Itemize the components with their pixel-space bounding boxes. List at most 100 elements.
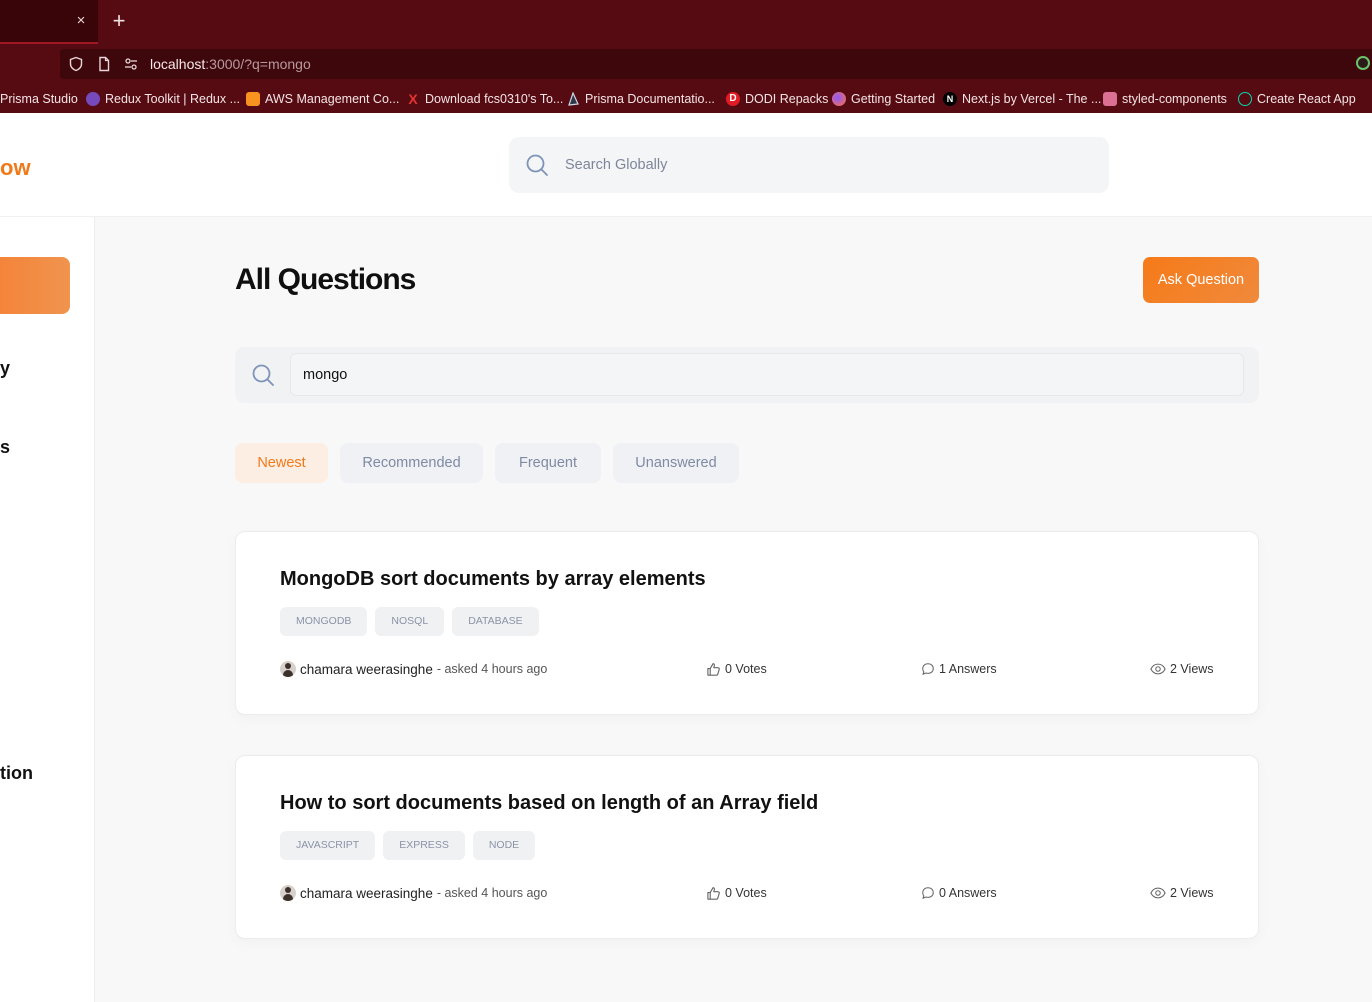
- shield-icon[interactable]: [68, 56, 84, 72]
- votes-count: 0 Votes: [725, 886, 767, 900]
- filter-newest[interactable]: Newest: [235, 443, 328, 483]
- question-author[interactable]: chamara weerasinghe - asked 4 hours ago: [280, 884, 547, 902]
- votes-metric: 0 Votes: [706, 660, 767, 678]
- new-tab-button[interactable]: +: [108, 10, 130, 32]
- filter-unanswered[interactable]: Unanswered: [613, 443, 739, 483]
- bookmark-label: Next.js by Vercel - The ...: [962, 92, 1102, 106]
- answers-count: 1 Answers: [939, 662, 997, 676]
- thumbs-up-icon: [707, 886, 720, 900]
- author-name: chamara weerasinghe: [300, 885, 433, 901]
- tag-badge[interactable]: NODE: [472, 831, 536, 860]
- bookmark-label: AWS Management Co...: [265, 92, 400, 106]
- bookmark-label: DODI Repacks: [745, 92, 829, 106]
- avatar: [280, 885, 296, 901]
- bookmark-label: Download fcs0310's To...: [425, 92, 564, 106]
- question-title[interactable]: How to sort documents based on length of…: [280, 792, 818, 815]
- question-tags: MONGODB NOSQL DATABASE: [280, 607, 539, 636]
- browser-tab-bar: × +: [0, 0, 1372, 44]
- comment-icon: [922, 663, 934, 675]
- question-author[interactable]: chamara weerasinghe - asked 4 hours ago: [280, 660, 547, 678]
- ask-question-button[interactable]: Ask Question: [1143, 257, 1259, 303]
- bookmark-label: styled-components: [1122, 92, 1227, 106]
- comment-icon: [922, 887, 934, 899]
- global-search-input[interactable]: [565, 137, 1085, 193]
- bookmark-label: Redux Toolkit | Redux ...: [105, 92, 241, 106]
- global-search[interactable]: [509, 137, 1109, 193]
- aws-icon: [246, 92, 260, 106]
- logo-text[interactable]: ow: [0, 155, 31, 181]
- question-title[interactable]: MongoDB sort documents by array elements: [280, 568, 706, 591]
- bookmark-styled-components[interactable]: styled-components: [1103, 90, 1227, 108]
- search-icon: [526, 154, 548, 176]
- url-bar[interactable]: localhost:3000/?q=mongo: [60, 49, 1372, 79]
- filter-frequent[interactable]: Frequent: [495, 443, 601, 483]
- styled-components-icon: [1103, 92, 1117, 106]
- browser-tab-active[interactable]: ×: [0, 0, 98, 44]
- search-icon: [252, 364, 274, 386]
- firefox-icon: [832, 92, 846, 106]
- sidebar-item-home-active[interactable]: [0, 257, 70, 314]
- url-host: localhost: [150, 56, 206, 72]
- app-header: ow: [0, 113, 1372, 217]
- left-sidebar: y s tion: [0, 217, 95, 1002]
- bookmark-redux-toolkit[interactable]: Redux Toolkit | Redux ...: [86, 90, 240, 108]
- answers-metric: 1 Answers: [921, 660, 997, 678]
- prisma-icon: [568, 92, 579, 106]
- url-path: :3000/?q=mongo: [205, 56, 311, 72]
- question-card: How to sort documents based on length of…: [235, 755, 1259, 939]
- bookmarks-bar: Prisma Studio Redux Toolkit | Redux ... …: [0, 84, 1372, 113]
- browser-nav-bar: localhost:3000/?q=mongo: [0, 44, 1372, 84]
- tag-badge[interactable]: MONGODB: [280, 607, 368, 636]
- extension-icon[interactable]: [1356, 56, 1370, 70]
- votes-count: 0 Votes: [725, 662, 767, 676]
- nextjs-icon: N: [943, 92, 957, 106]
- avatar: [280, 661, 296, 677]
- eye-icon: [1150, 887, 1166, 899]
- bookmark-nextjs[interactable]: N Next.js by Vercel - The ...: [943, 90, 1101, 108]
- tag-badge[interactable]: DATABASE: [452, 607, 539, 636]
- bookmark-getting-started[interactable]: Getting Started: [832, 90, 935, 108]
- views-count: 2 Views: [1170, 662, 1214, 676]
- eye-icon: [1150, 663, 1166, 675]
- bookmark-prisma-docs[interactable]: Prisma Documentatio...: [566, 90, 715, 108]
- page-icon[interactable]: [96, 56, 112, 72]
- x-icon: X: [408, 91, 418, 107]
- redux-icon: [86, 92, 100, 106]
- tab-close-icon[interactable]: ×: [72, 12, 90, 30]
- answers-count: 0 Answers: [939, 886, 997, 900]
- site-permissions-icon[interactable]: [123, 56, 139, 72]
- tag-badge[interactable]: EXPRESS: [383, 831, 465, 860]
- local-search[interactable]: [235, 347, 1259, 403]
- bookmark-dodi[interactable]: D DODI Repacks: [726, 90, 828, 108]
- sidebar-item-community-label[interactable]: y: [0, 358, 10, 379]
- page-title: All Questions: [235, 263, 416, 296]
- asked-time: - asked 4 hours ago: [436, 886, 548, 900]
- filter-recommended[interactable]: Recommended: [340, 443, 483, 483]
- answers-metric: 0 Answers: [921, 884, 997, 902]
- bookmark-aws[interactable]: AWS Management Co...: [246, 90, 399, 108]
- bookmark-label: Prisma Studio: [0, 92, 78, 106]
- thumbs-up-icon: [707, 662, 720, 676]
- dodi-icon: D: [726, 92, 740, 106]
- views-metric: 2 Views: [1150, 660, 1214, 678]
- bookmark-label: Create React App: [1257, 92, 1356, 106]
- bookmark-create-react-app[interactable]: Create React App: [1238, 90, 1356, 108]
- question-card: MongoDB sort documents by array elements…: [235, 531, 1259, 715]
- bookmark-label: Getting Started: [851, 92, 936, 106]
- sidebar-item-ask-question-label[interactable]: tion: [0, 763, 33, 784]
- local-search-input[interactable]: [290, 353, 1244, 396]
- bookmark-label: Prisma Documentatio...: [585, 92, 715, 106]
- bookmark-download[interactable]: X Download fcs0310's To...: [406, 90, 563, 108]
- votes-metric: 0 Votes: [706, 884, 767, 902]
- bookmark-prisma-studio[interactable]: Prisma Studio: [0, 90, 78, 108]
- author-name: chamara weerasinghe: [300, 661, 433, 677]
- url-text[interactable]: localhost:3000/?q=mongo: [150, 56, 311, 72]
- views-metric: 2 Views: [1150, 884, 1214, 902]
- asked-time: - asked 4 hours ago: [436, 662, 548, 676]
- question-tags: JAVASCRIPT EXPRESS NODE: [280, 831, 536, 860]
- tag-badge[interactable]: JAVASCRIPT: [280, 831, 376, 860]
- sidebar-item-collections-label[interactable]: s: [0, 437, 10, 458]
- views-count: 2 Views: [1170, 886, 1214, 900]
- react-icon: [1238, 92, 1252, 106]
- tag-badge[interactable]: NOSQL: [375, 607, 445, 636]
